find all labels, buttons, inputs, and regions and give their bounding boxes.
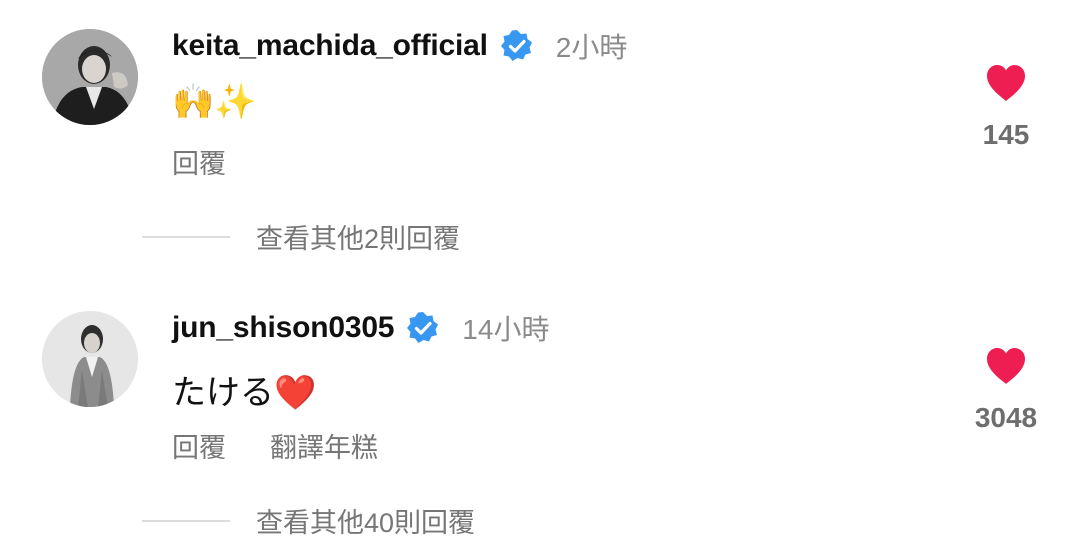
heart-icon[interactable]	[985, 64, 1027, 102]
verified-badge-icon	[407, 312, 439, 343]
avatar-image	[42, 311, 138, 407]
comment-actions: 回覆 翻譯年糕	[172, 426, 378, 465]
comment-text: 🙌✨	[172, 82, 257, 122]
like-section: 3048	[946, 347, 1066, 434]
like-section: 145	[946, 64, 1066, 151]
avatar-image	[42, 29, 138, 125]
comment-header: jun_shison0305 14小時	[172, 308, 549, 348]
timestamp: 14小時	[462, 314, 550, 345]
view-replies-button[interactable]: 查看其他2則回覆	[142, 217, 460, 256]
view-replies-label: 查看其他2則回覆	[256, 224, 461, 254]
verified-badge-icon	[500, 30, 532, 61]
view-replies-label: 查看其他40則回覆	[256, 508, 476, 538]
username[interactable]: jun_shison0305	[172, 311, 394, 345]
reply-divider-line	[142, 235, 230, 238]
like-count: 3048	[974, 402, 1038, 433]
timestamp: 2小時	[555, 32, 628, 63]
comment-actions: 回覆	[172, 142, 226, 181]
avatar[interactable]	[42, 29, 138, 125]
heart-icon[interactable]	[985, 347, 1027, 385]
reply-button[interactable]: 回覆	[172, 142, 226, 181]
reply-button[interactable]: 回覆	[172, 426, 226, 465]
username[interactable]: keita_machida_official	[172, 29, 488, 63]
like-count: 145	[982, 119, 1030, 150]
translate-button[interactable]: 翻譯年糕	[270, 426, 378, 465]
comment-header: keita_machida_official 2小時	[172, 26, 627, 66]
avatar[interactable]	[42, 311, 138, 407]
reply-divider-line	[142, 519, 230, 522]
comment-text: たける❤️	[172, 373, 317, 413]
view-replies-button[interactable]: 查看其他40則回覆	[142, 501, 475, 540]
